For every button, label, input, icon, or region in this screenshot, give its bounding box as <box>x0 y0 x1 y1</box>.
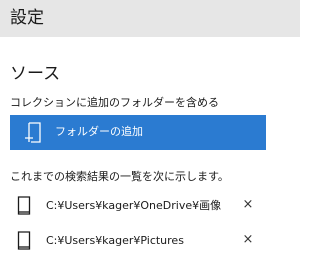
folder-list-description: これまでの検索結果の一覧を次に示します。 <box>10 170 229 183</box>
add-folder-button[interactable]: フォルダーの追加 <box>10 115 266 150</box>
folder-path: C:¥Users¥kager¥Pictures <box>46 234 184 247</box>
settings-header: 設定 <box>0 0 300 37</box>
folder-list-item: C:¥Users¥kager¥OneDrive¥画像 × <box>0 193 300 219</box>
folder-list-item: C:¥Users¥kager¥Pictures × <box>0 228 300 254</box>
sources-section-title: ソース <box>10 64 61 84</box>
remove-folder-button[interactable]: × <box>240 197 256 213</box>
folder-path: C:¥Users¥kager¥OneDrive¥画像 <box>46 199 222 212</box>
document-icon <box>17 196 31 215</box>
add-folder-icon <box>24 122 42 144</box>
add-folder-button-label: フォルダーの追加 <box>55 126 143 138</box>
remove-folder-button[interactable]: × <box>240 232 256 248</box>
page-title: 設定 <box>10 8 44 28</box>
include-folders-description: コレクションに追加のフォルダーを含める <box>10 96 219 109</box>
document-icon <box>17 231 31 250</box>
